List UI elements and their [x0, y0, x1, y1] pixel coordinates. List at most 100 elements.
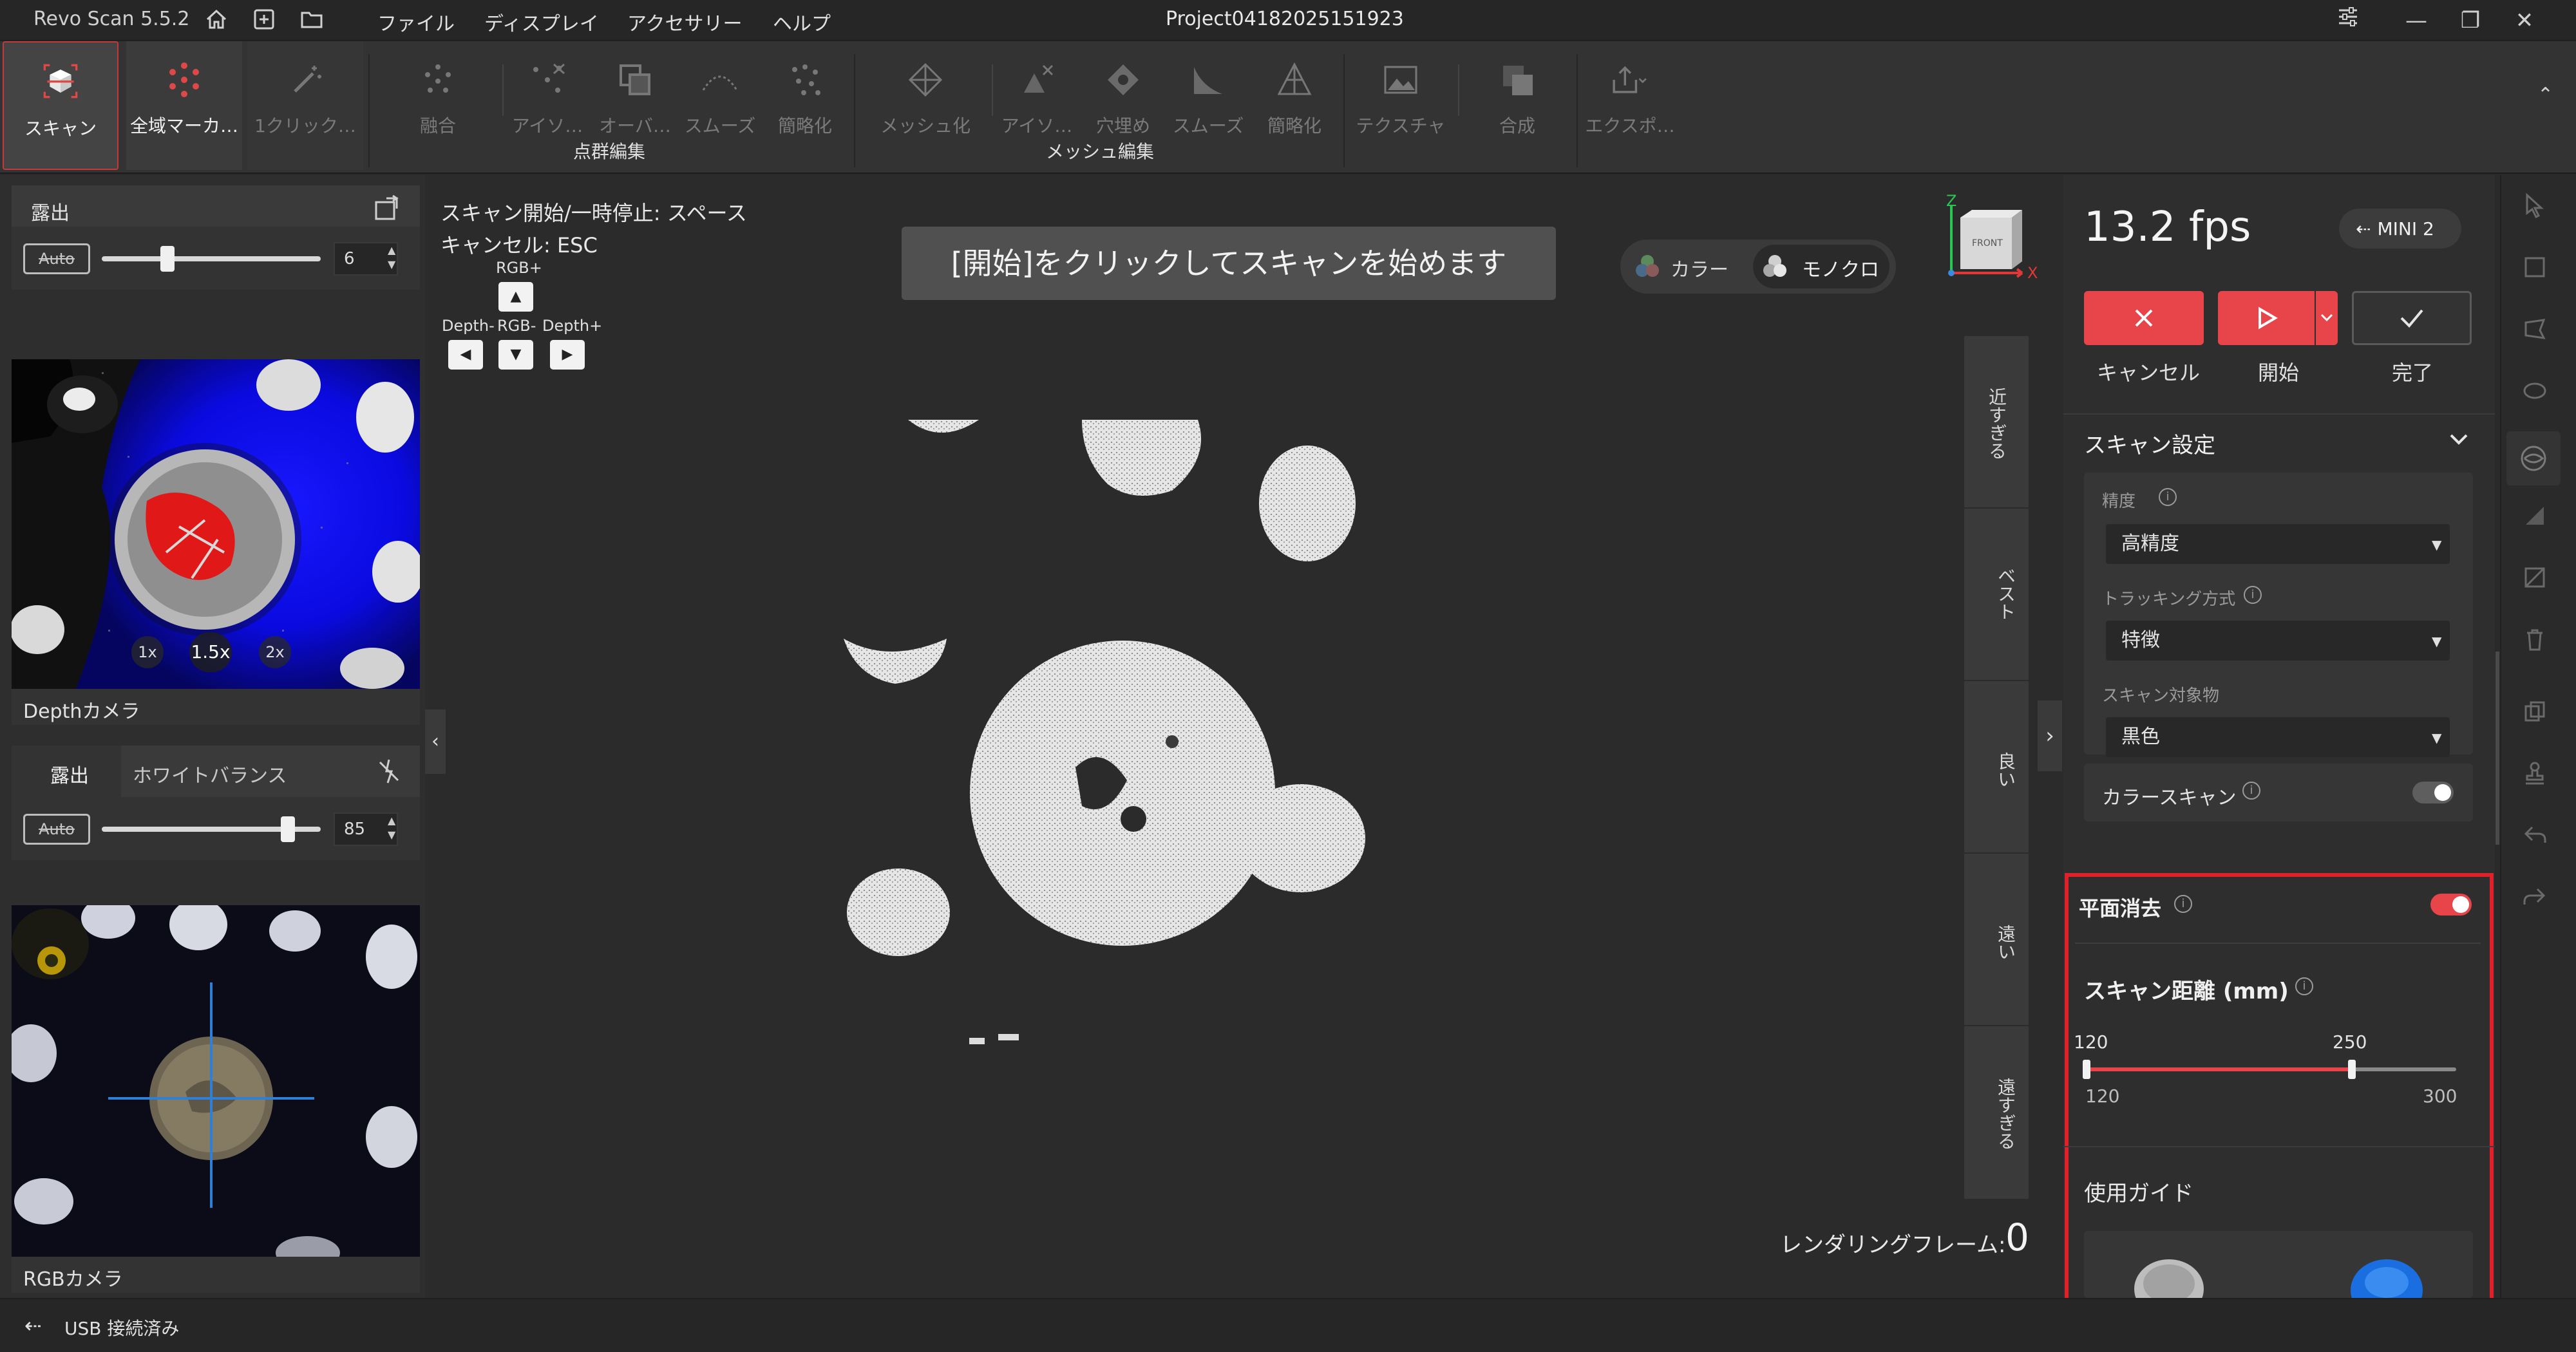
start-scan-button[interactable]: [2218, 291, 2315, 345]
scan-settings-card: 精度 i 高精度 ▼ トラッキング方式 i 特徴 ▼ スキャン対象物 黒色 ▼: [2084, 473, 2473, 757]
depth-auto-button[interactable]: Auto: [23, 243, 90, 274]
depth-spin-arrows-icon[interactable]: ▲ ▼: [388, 243, 395, 272]
distance-low-thumb[interactable]: [2083, 1060, 2090, 1079]
axis-x-label: X: [2027, 264, 2038, 282]
fill-holes-icon: [1104, 61, 1142, 99]
zoom-1-5x-button[interactable]: 1.5x: [189, 632, 232, 672]
simplify-mesh-button[interactable]: 簡略化: [1256, 41, 1333, 170]
3d-viewport[interactable]: スキャン開始/一時停止: スペース キャンセル: ESC RGB+ ▲ Dept…: [425, 175, 2063, 1298]
select-through-icon[interactable]: [2517, 502, 2553, 538]
menu-display[interactable]: ディスプレイ: [484, 8, 599, 36]
scan-tool-label: スキャン: [24, 118, 97, 139]
scan-settings-title: スキャン設定: [2084, 433, 2215, 458]
panel-scrollbar[interactable]: [2496, 652, 2499, 845]
guide-thumbnails[interactable]: [2084, 1231, 2473, 1298]
depth-exposure-slider[interactable]: [102, 256, 321, 261]
lasso-select-icon[interactable]: [2517, 315, 2553, 352]
rotate-icon[interactable]: [372, 192, 403, 225]
collapse-left-panel-button[interactable]: ‹: [425, 709, 446, 774]
scan-distance-label: スキャン距離 (mm): [2084, 979, 2289, 1004]
rgb-spin-arrows-icon[interactable]: ▲ ▼: [388, 814, 395, 842]
new-project-icon[interactable]: [251, 6, 277, 32]
tracking-info-icon[interactable]: i: [2244, 586, 2262, 604]
smooth-points-button[interactable]: スムーズ: [681, 41, 759, 170]
plane-removal-info-icon[interactable]: i: [2174, 895, 2192, 913]
auto-wb-icon[interactable]: [375, 757, 403, 788]
pointer-select-icon[interactable]: [2517, 192, 2553, 228]
rgb-auto-button[interactable]: Auto: [23, 814, 90, 845]
fuse-button[interactable]: 融合: [399, 41, 477, 170]
mono-mode-option[interactable]: モノクロ: [1753, 245, 1889, 288]
brush-select-button[interactable]: [2506, 431, 2561, 485]
tracking-select[interactable]: 特徴: [2106, 621, 2450, 661]
tab-exposure[interactable]: 露出: [12, 746, 121, 797]
mesh-button[interactable]: メッシュ化: [877, 41, 974, 170]
close-button[interactable]: ✕: [2505, 4, 2544, 37]
rect-select-icon[interactable]: [2517, 254, 2553, 290]
tab-white-balance[interactable]: ホワイトバランス: [133, 760, 287, 788]
start-options-dropdown[interactable]: [2316, 291, 2338, 345]
delete-trash-icon[interactable]: [2517, 626, 2553, 662]
rgb-plus-key[interactable]: ▲: [498, 282, 533, 312]
scan-distance-info-icon[interactable]: i: [2295, 977, 2313, 995]
object-select[interactable]: 黒色: [2106, 717, 2450, 757]
done-scan-button[interactable]: [2352, 291, 2472, 345]
scan-tool-button[interactable]: スキャン: [3, 41, 118, 170]
one-click-button[interactable]: 1クリック…: [247, 41, 363, 170]
cancel-scan-button[interactable]: [2084, 291, 2204, 345]
zoom-2x-button[interactable]: 2x: [259, 636, 291, 668]
depth-exposure-thumb[interactable]: [160, 246, 175, 272]
fill-holes-label: 穴埋め: [1095, 115, 1150, 136]
mesh-icon: [906, 61, 945, 99]
collapse-toolbar-icon[interactable]: ⌃: [2537, 84, 2553, 106]
camera-panel: 露出 Auto 6 ▲ ▼ 1x 1.5x 2x Depthカメラ 露出 ホワイ…: [0, 175, 425, 1298]
undo-icon[interactable]: [2517, 822, 2553, 858]
ellipse-select-icon[interactable]: [2517, 377, 2553, 413]
precision-select[interactable]: 高精度: [2106, 524, 2450, 564]
precision-info-icon[interactable]: i: [2159, 488, 2177, 506]
render-frame-value: 0: [2005, 1216, 2029, 1259]
copy-icon[interactable]: [2517, 698, 2553, 734]
depth-plus-key[interactable]: ▶: [550, 340, 585, 370]
orientation-cube[interactable]: FRONT Z X: [1932, 192, 2041, 295]
home-icon[interactable]: [204, 6, 229, 32]
device-badge[interactable]: ⇠ MINI 2: [2339, 209, 2461, 249]
title-bar: Revo Scan 5.5.2 ファイル ディスプレイ アクセサリー ヘルプ P…: [0, 0, 2576, 41]
distance-high-thumb[interactable]: [2348, 1060, 2356, 1079]
color-scan-label: カラースキャン: [2102, 787, 2237, 809]
invert-select-icon[interactable]: [2517, 564, 2553, 600]
zoom-1x-button[interactable]: 1x: [131, 636, 164, 668]
rgb-exposure-controls: Auto 85 ▲ ▼: [12, 797, 420, 860]
usb-status: USB 接続済み: [64, 1318, 180, 1339]
scan-settings-collapse-icon[interactable]: [2447, 427, 2470, 453]
menu-accessory[interactable]: アクセサリー: [627, 8, 743, 36]
menu-file[interactable]: ファイル: [377, 8, 455, 36]
stamp-icon[interactable]: [2517, 760, 2553, 796]
global-marker-button[interactable]: 全域マーカ…: [126, 41, 242, 170]
color-mode-label[interactable]: カラー: [1671, 254, 1728, 282]
merge-button[interactable]: 合成: [1479, 41, 1556, 170]
depth-camera-view[interactable]: 1x 1.5x 2x: [12, 359, 420, 689]
depth-minus-key[interactable]: ◀: [448, 340, 483, 370]
export-label: エクスポ…: [1585, 115, 1675, 136]
menu-help[interactable]: ヘルプ: [773, 8, 831, 36]
color-mode-toggle[interactable]: カラー モノクロ: [1620, 239, 1896, 294]
rgb-camera-view[interactable]: [12, 905, 420, 1257]
restore-button[interactable]: ❐: [2451, 4, 2490, 37]
rgb-minus-key[interactable]: ▼: [498, 340, 533, 370]
color-scan-toggle[interactable]: [2412, 782, 2454, 803]
export-button[interactable]: エクスポ…: [1582, 41, 1678, 170]
smooth-mesh-button[interactable]: スムーズ: [1170, 41, 1247, 170]
open-folder-icon[interactable]: [299, 6, 325, 32]
redo-icon[interactable]: [2517, 883, 2553, 919]
minimize-button[interactable]: —: [2397, 4, 2436, 37]
settings-sliders-icon[interactable]: [2329, 4, 2367, 37]
texture-button[interactable]: テクスチャ: [1352, 41, 1449, 170]
plane-removal-toggle[interactable]: [2430, 894, 2472, 915]
collapse-right-panel-button[interactable]: ›: [2038, 700, 2062, 771]
smooth-mesh-label: スムーズ: [1172, 115, 1244, 136]
rgb-exposure-thumb[interactable]: [281, 816, 295, 842]
fuse-label: 融合: [419, 115, 456, 136]
simplify-points-button[interactable]: 簡略化: [766, 41, 844, 170]
color-scan-info-icon[interactable]: i: [2242, 782, 2260, 800]
